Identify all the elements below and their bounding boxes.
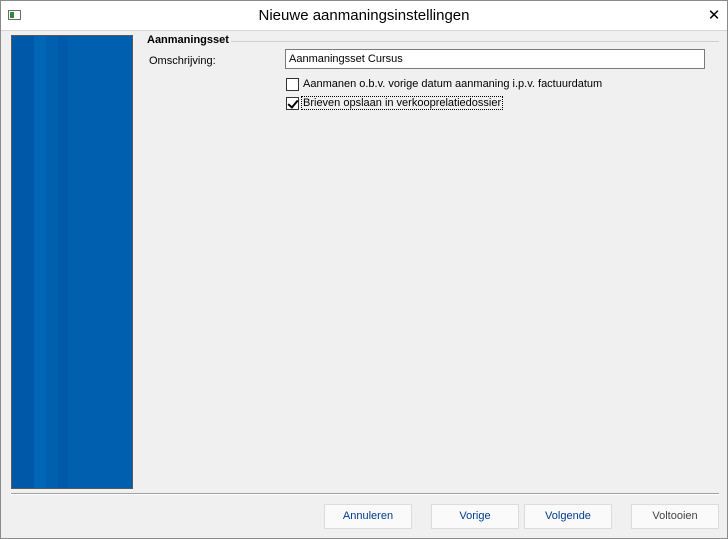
- prev-date-label[interactable]: Aanmanen o.b.v. vorige datum aanmaning i…: [302, 78, 603, 90]
- banner-stripe: [12, 36, 34, 488]
- save-letters-label[interactable]: Brieven opslaan in verkooprelatiedossier: [300, 96, 504, 110]
- group-title: Aanmaningsset: [147, 34, 229, 46]
- option-row-save-letters[interactable]: Brieven opslaan in verkooprelatiedossier: [286, 95, 504, 111]
- option-row-prev-date[interactable]: Aanmanen o.b.v. vorige datum aanmaning i…: [286, 76, 603, 92]
- cancel-button[interactable]: Annuleren: [324, 504, 412, 529]
- window-title: Nieuwe aanmaningsinstellingen: [258, 7, 470, 24]
- banner-stripe: [58, 36, 68, 488]
- prev-date-checkbox[interactable]: [286, 77, 299, 91]
- footer-separator: [11, 493, 719, 495]
- title-bar[interactable]: Nieuwe aanmaningsinstellingen ✕: [1, 1, 727, 31]
- save-letters-checkbox[interactable]: [286, 96, 299, 110]
- banner-stripe: [34, 36, 46, 488]
- wizard-banner-image: [11, 35, 133, 489]
- description-input[interactable]: [285, 49, 705, 69]
- previous-button[interactable]: Vorige: [431, 504, 519, 529]
- next-button[interactable]: Volgende: [524, 504, 612, 529]
- description-label: Omschrijving:: [149, 55, 216, 67]
- dialog-window: Nieuwe aanmaningsinstellingen ✕ Aanmanin…: [0, 0, 728, 539]
- finish-button[interactable]: Voltooien: [631, 504, 719, 529]
- group-divider: [231, 41, 719, 42]
- close-icon[interactable]: ✕: [703, 5, 725, 25]
